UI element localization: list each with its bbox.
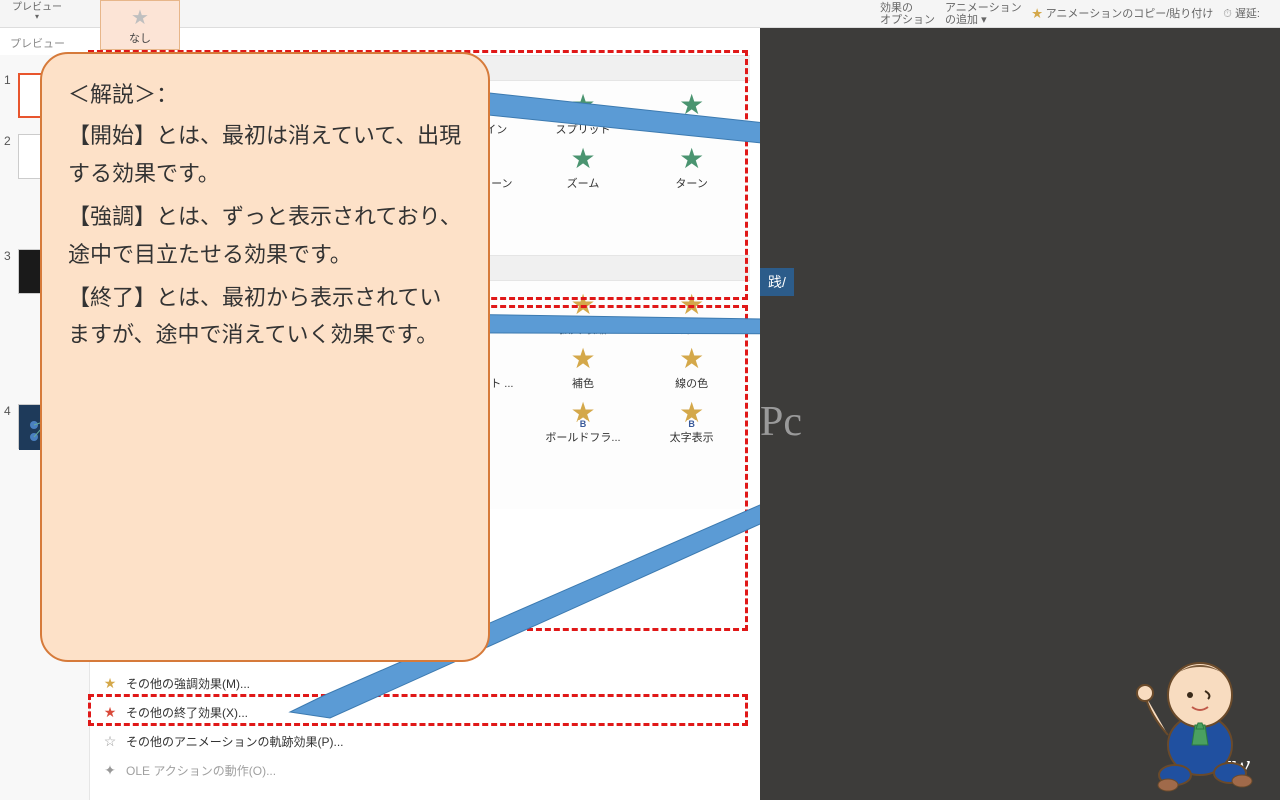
star-icon: ★ (570, 145, 595, 173)
entrance-effect-10[interactable]: ★ズーム (529, 141, 638, 195)
ribbon: プレビュー ▾ 効果の オプション アニメーション の追加 ▾ ★ アニメーショ… (0, 0, 1280, 28)
more-motion-path-effects[interactable]: ☆ その他のアニメーションの軌跡効果(P)... (90, 727, 750, 756)
delay-label: ⏱ 遅延: (1223, 8, 1260, 20)
star-icon: ★ (570, 91, 595, 119)
emphasis-effect-16[interactable]: ★Bボールドフラ... (529, 395, 638, 449)
callout-p3: 【終了】とは、最初から表示されていますが、途中で消えていく効果です。 (68, 279, 462, 354)
callout-p2: 【強調】とは、ずっと表示されており、途中で目立たせる効果です。 (68, 198, 462, 273)
entrance-effect-11[interactable]: ★ターン (637, 141, 746, 195)
entrance-effect-5[interactable]: ★ワイプ (637, 87, 746, 141)
mascot-character (1090, 645, 1270, 795)
decorative-text: Pc (760, 398, 802, 446)
explanation-callout: ＜解説＞： 【開始】とは、最初は消えていて、出現する効果です。 【強調】とは、ず… (40, 52, 490, 662)
preview-button[interactable]: プレビュー ▾ (12, 2, 62, 22)
effect-options-button[interactable]: 効果の オプション (880, 2, 935, 26)
entrance-effect-4[interactable]: ★スプリット (529, 87, 638, 141)
star-icon: ★ (570, 291, 595, 319)
emphasis-effect-17[interactable]: ★B太字表示 (637, 395, 746, 449)
star-icon: ☆ (102, 733, 118, 750)
ole-action: ✦ OLE アクションの動作(O)... (90, 756, 750, 785)
more-emphasis-effects[interactable]: ★ その他の強調効果(M)... (90, 669, 750, 698)
emphasis-effect-4[interactable]: ★拡大/収縮 (529, 287, 638, 341)
star-icon: ★ (679, 91, 704, 119)
callout-heading: ＜解説＞： (68, 76, 462, 113)
callout-p1: 【開始】とは、最初は消えていて、出現する効果です。 (68, 117, 462, 192)
preview-small-label: プレビュー (10, 35, 65, 51)
star-icon: ★ (679, 345, 704, 373)
star-icon: ★ (679, 291, 704, 319)
star-icon: ★ (131, 5, 149, 30)
emphasis-effect-11[interactable]: ★線の色 (637, 341, 746, 395)
star-icon: ★B (679, 399, 704, 427)
gear-icon: ✦ (102, 762, 118, 779)
star-icon: ★ (102, 704, 118, 721)
more-exit-effects[interactable]: ★ その他の終了効果(X)... (90, 698, 750, 727)
star-icon: ★ (679, 145, 704, 173)
none-label: なし (129, 30, 151, 46)
animation-copy-paste[interactable]: ★ アニメーションのコピー/貼り付け (1032, 8, 1214, 20)
decorative-tab: 践/ (760, 268, 794, 296)
star-icon: ★ (570, 345, 595, 373)
emphasis-effect-5[interactable]: ★薄く (637, 287, 746, 341)
emphasis-effect-10[interactable]: ★補色 (529, 341, 638, 395)
star-icon: ★B (570, 399, 595, 427)
add-animation-button[interactable]: アニメーション の追加 ▾ (945, 2, 1022, 26)
star-icon: ★ (102, 675, 118, 692)
animation-none[interactable]: ★ なし (100, 0, 180, 50)
